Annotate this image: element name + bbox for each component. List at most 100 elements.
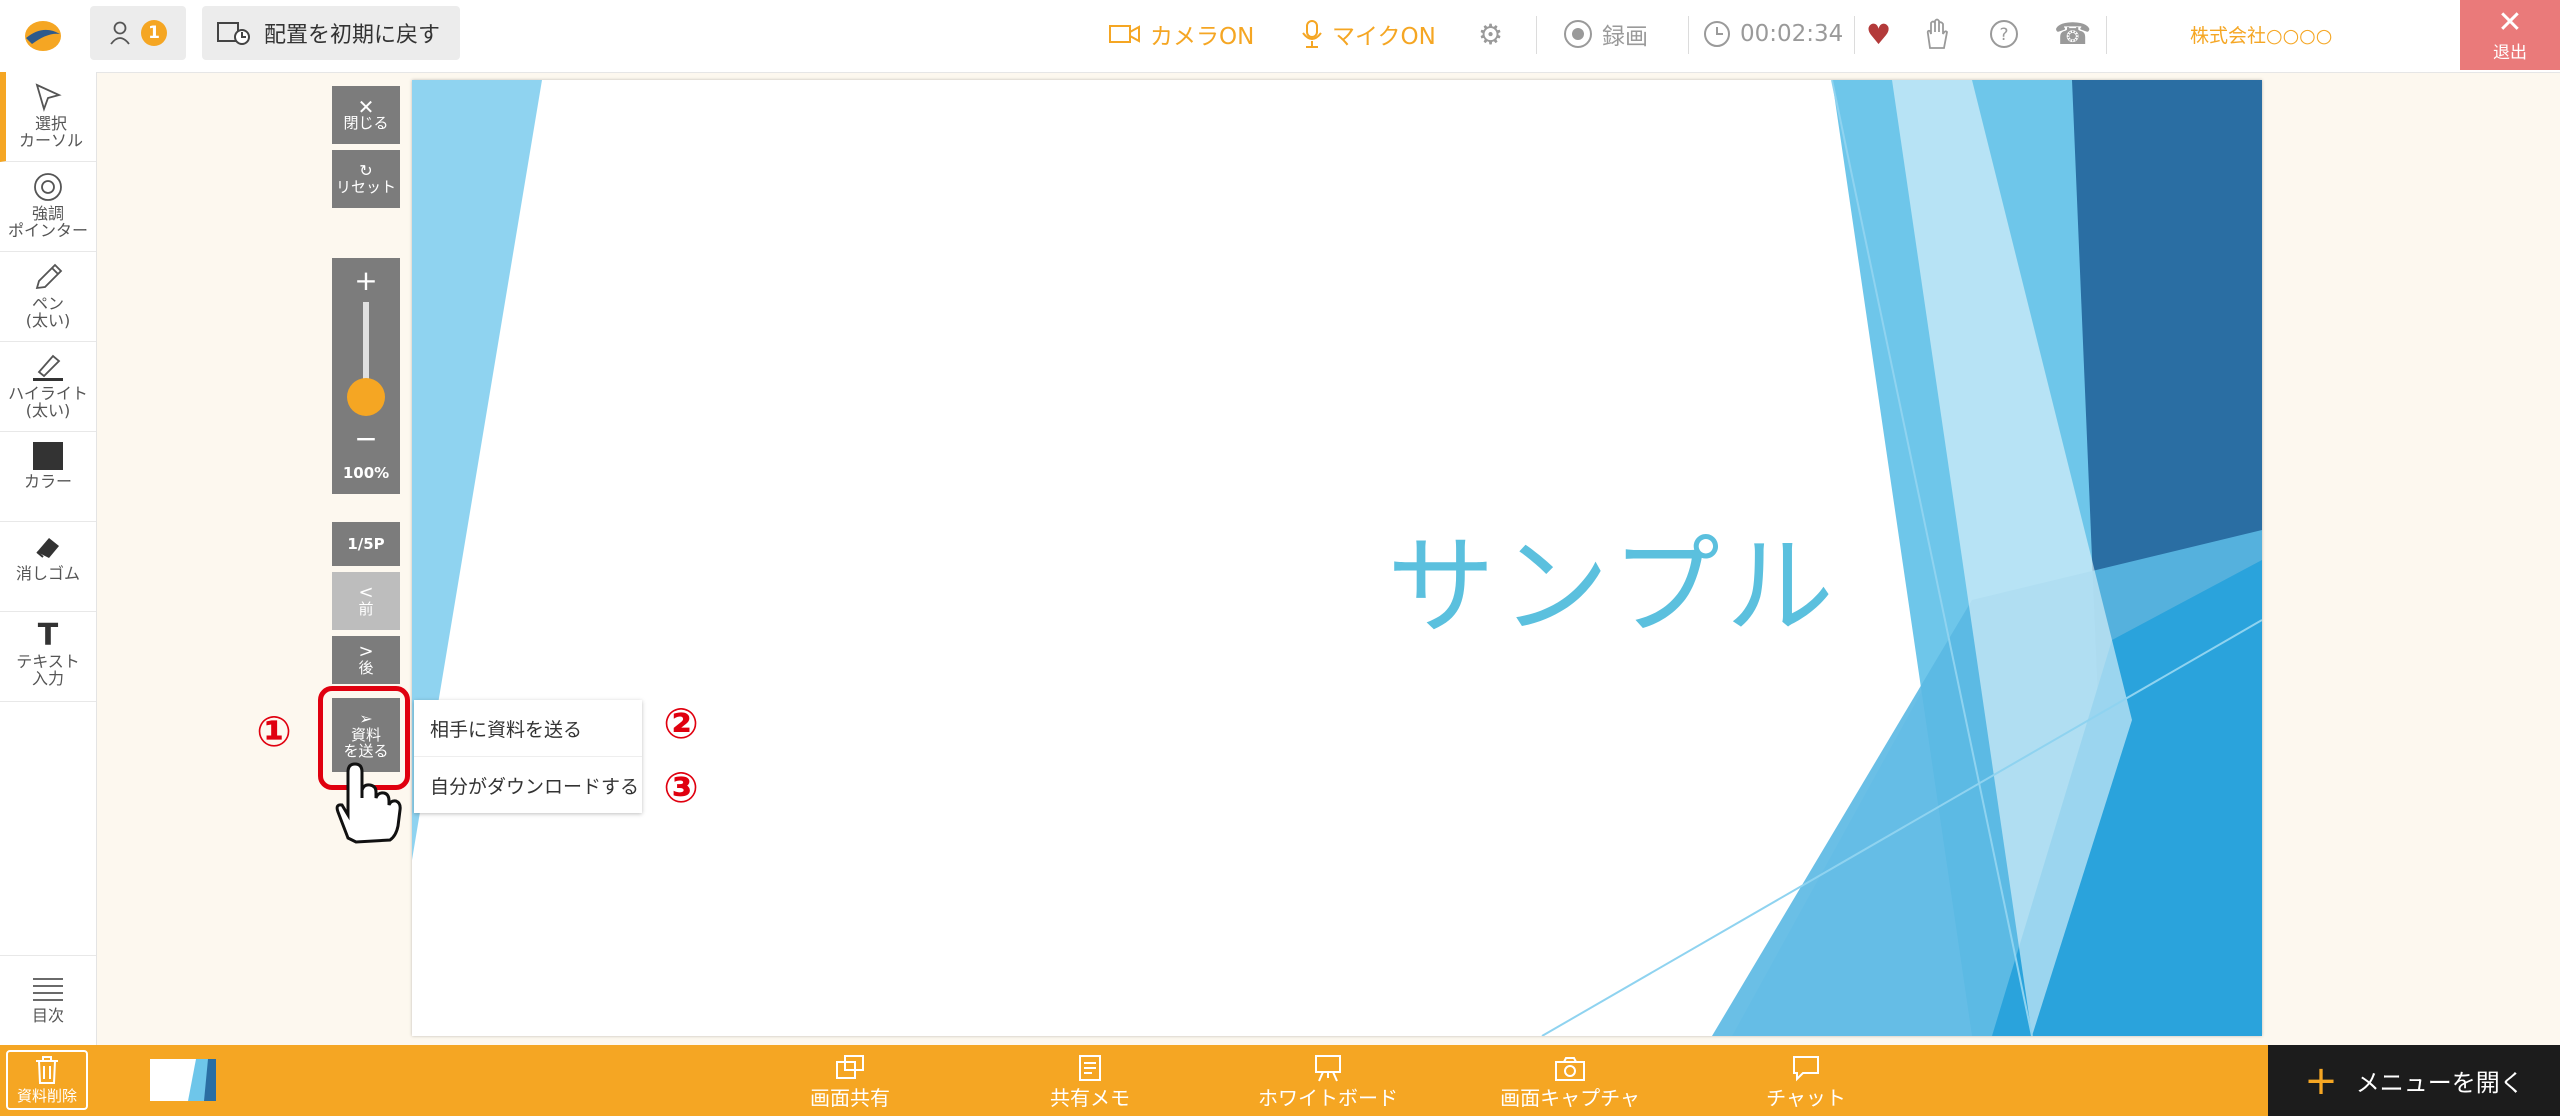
hand-icon — [1926, 18, 1948, 49]
zoom-panel: + − 100% — [332, 258, 400, 494]
text-icon: T — [37, 618, 59, 653]
shared-memo-label: 共有メモ — [1050, 1086, 1130, 1110]
screen-capture-button[interactable]: 画面キャプチャ — [1490, 1053, 1650, 1111]
page-indicator: 1/5P — [332, 522, 400, 566]
pointer-icon — [34, 173, 62, 201]
zoom-slider-thumb[interactable] — [347, 378, 385, 416]
step-marker-1: ① — [256, 706, 292, 756]
tool-label: カラー — [23, 472, 72, 491]
step-marker-2: ② — [663, 698, 699, 748]
tool-color[interactable]: カラー — [0, 432, 96, 522]
zoom-level: 100% — [342, 464, 390, 482]
clock-icon — [1704, 21, 1730, 47]
reaction-button[interactable]: ♥ — [1866, 14, 1891, 54]
step-marker-3: ③ — [663, 762, 699, 812]
next-label: 後 — [358, 659, 374, 677]
tool-eraser[interactable]: 消しゴム — [0, 522, 96, 612]
tool-pen[interactable]: ペン (太い) — [0, 252, 96, 342]
tool-select-cursor[interactable]: 選択 カーソル — [0, 72, 96, 162]
camera-capture-icon — [1555, 1057, 1585, 1081]
help-icon: ? — [1990, 20, 2018, 48]
record-label: 録画 — [1602, 24, 1648, 50]
open-menu-button[interactable]: + メニューを開く — [2268, 1045, 2560, 1116]
chevron-left-icon: < — [358, 582, 374, 603]
mic-toggle[interactable]: マイクON — [1300, 14, 1436, 54]
zoom-in-button[interactable]: + — [332, 264, 400, 297]
tool-highlight[interactable]: ハイライト (太い) — [0, 342, 96, 432]
settings-button[interactable]: ⚙ — [1478, 14, 1503, 54]
tool-label: ペン (太い) — [25, 294, 71, 330]
raise-hand-button[interactable] — [1922, 14, 1950, 54]
reset-layout-icon — [217, 22, 250, 45]
drawing-toolbar: 選択 カーソル 強調 ポインター ペン (太い) ハイライト (太い) カラー … — [0, 72, 97, 1045]
close-document-button[interactable]: ✕ 閉じる — [332, 86, 400, 144]
screen-share-button[interactable]: 画面共有 — [800, 1053, 900, 1111]
close-label: 閉じる — [343, 114, 389, 132]
screen-share-label: 画面共有 — [810, 1086, 890, 1110]
whiteboard-icon — [1315, 1055, 1341, 1082]
camera-label: カメラON — [1150, 24, 1255, 50]
divider — [2106, 16, 2107, 54]
slide-background-graphic — [412, 80, 2262, 1036]
thumbnail-image — [150, 1059, 216, 1101]
list-icon — [33, 978, 63, 1001]
chevron-right-icon: > — [358, 641, 374, 662]
reset-layout-button[interactable]: 配置を初期に戻す — [202, 6, 460, 60]
tool-label: ハイライト (太い) — [8, 384, 88, 420]
bottom-bar: 資料削除 画面共有 共有メモ ホワイトボード 画面キャプチャ チャット + メニ… — [0, 1045, 2560, 1116]
phone-button[interactable]: ☎ — [2054, 14, 2091, 54]
reset-view-button[interactable]: ↻ リセット — [332, 150, 400, 208]
toc-button[interactable]: 目次 — [0, 955, 96, 1046]
exit-label: 退出 — [2493, 42, 2527, 63]
record-icon — [1564, 20, 1592, 48]
heart-icon: ♥ — [1866, 17, 1892, 51]
menu-item-download-self[interactable]: 自分がダウンロードする — [414, 756, 642, 813]
whiteboard-button[interactable]: ホワイトボード — [1250, 1053, 1406, 1111]
page-number: 1/5P — [347, 535, 385, 553]
app-logo — [25, 21, 61, 51]
color-swatch-icon — [33, 442, 63, 470]
reset-layout-label: 配置を初期に戻す — [264, 23, 441, 48]
prev-page-button[interactable]: < 前 — [332, 572, 400, 630]
participants-button[interactable]: 1 — [90, 6, 186, 60]
phone-icon: ☎ — [2054, 16, 2092, 52]
chat-button[interactable]: チャット — [1756, 1053, 1856, 1111]
eraser-icon — [36, 538, 59, 558]
slide-title: サンプル — [1387, 525, 1840, 650]
record-button[interactable]: 録画 — [1562, 14, 1648, 54]
presentation-slide: サンプル — [412, 80, 2262, 1036]
shared-memo-button[interactable]: 共有メモ — [1040, 1053, 1140, 1111]
close-icon: ✕ — [2497, 4, 2523, 40]
whiteboard-label: ホワイトボード — [1258, 1086, 1398, 1110]
screen-capture-label: 画面キャプチャ — [1500, 1086, 1640, 1110]
delete-label: 資料削除 — [16, 1086, 77, 1105]
tool-pointer[interactable]: 強調 ポインター — [0, 162, 96, 252]
trash-icon — [36, 1055, 58, 1084]
cursor-icon — [35, 83, 62, 112]
tool-text[interactable]: T テキスト 入力 — [0, 612, 96, 702]
toc-label: 目次 — [31, 1006, 64, 1025]
camera-toggle[interactable]: カメラON — [1108, 14, 1254, 54]
participants-count-badge: 1 — [141, 20, 167, 46]
microphone-icon — [1302, 20, 1322, 48]
divider — [1688, 16, 1689, 54]
slide-thumbnail[interactable] — [150, 1059, 216, 1101]
plus-icon: + — [2304, 1057, 2338, 1104]
open-menu-label: メニューを開く — [2355, 1069, 2524, 1097]
zoom-out-button[interactable]: − — [332, 422, 400, 455]
tool-label: 消しゴム — [15, 564, 80, 583]
screen-share-icon — [836, 1055, 864, 1079]
exit-button[interactable]: ✕ 退出 — [2460, 0, 2560, 70]
close-icon: ✕ — [357, 95, 375, 119]
company-name: 株式会社○○○○ — [2190, 14, 2332, 54]
delete-document-button[interactable]: 資料削除 — [6, 1050, 88, 1110]
divider — [1536, 16, 1537, 54]
svg-text:?: ? — [1999, 25, 2008, 45]
menu-item-send-to-partner[interactable]: 相手に資料を送る — [414, 700, 642, 756]
highlight-icon — [33, 354, 63, 381]
company-label: 株式会社○○○○ — [2190, 24, 2333, 47]
top-bar: 1 配置を初期に戻す カメラON マイクON ⚙ 録画 00:02:34 ♥ ?… — [0, 0, 2560, 73]
next-page-button[interactable]: > 後 — [332, 636, 400, 684]
help-button[interactable]: ? — [1988, 14, 2020, 54]
send-document-menu: 相手に資料を送る 自分がダウンロードする — [414, 700, 642, 813]
